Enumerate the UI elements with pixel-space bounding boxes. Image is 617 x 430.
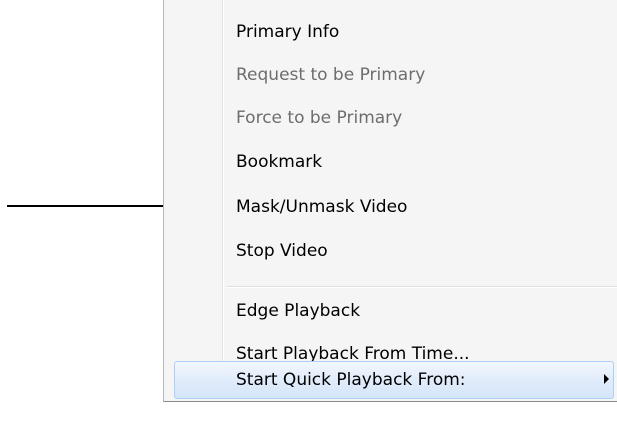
menu-item-mask-unmask-video[interactable]: Mask/Unmask Video (236, 187, 617, 227)
menu-item-label: Start Quick Playback From: (236, 370, 466, 390)
menu-item-start-quick-playback-from[interactable]: Start Quick Playback From: (236, 360, 617, 400)
menu-gutter-divider (222, 0, 224, 370)
menu-item-bookmark[interactable]: Bookmark (236, 142, 617, 182)
context-menu: Primary Info Request to be Primary Force… (163, 0, 617, 402)
menu-item-request-to-be-primary[interactable]: Request to be Primary (236, 55, 617, 95)
menu-separator (226, 286, 617, 288)
menu-item-edge-playback[interactable]: Edge Playback (236, 291, 617, 331)
menu-item-primary-info[interactable]: Primary Info (236, 12, 617, 52)
screenshot-canvas: Primary Info Request to be Primary Force… (0, 0, 617, 430)
menu-item-force-to-be-primary[interactable]: Force to be Primary (236, 98, 617, 138)
chevron-right-icon (604, 374, 609, 384)
menu-item-stop-video[interactable]: Stop Video (236, 231, 617, 271)
